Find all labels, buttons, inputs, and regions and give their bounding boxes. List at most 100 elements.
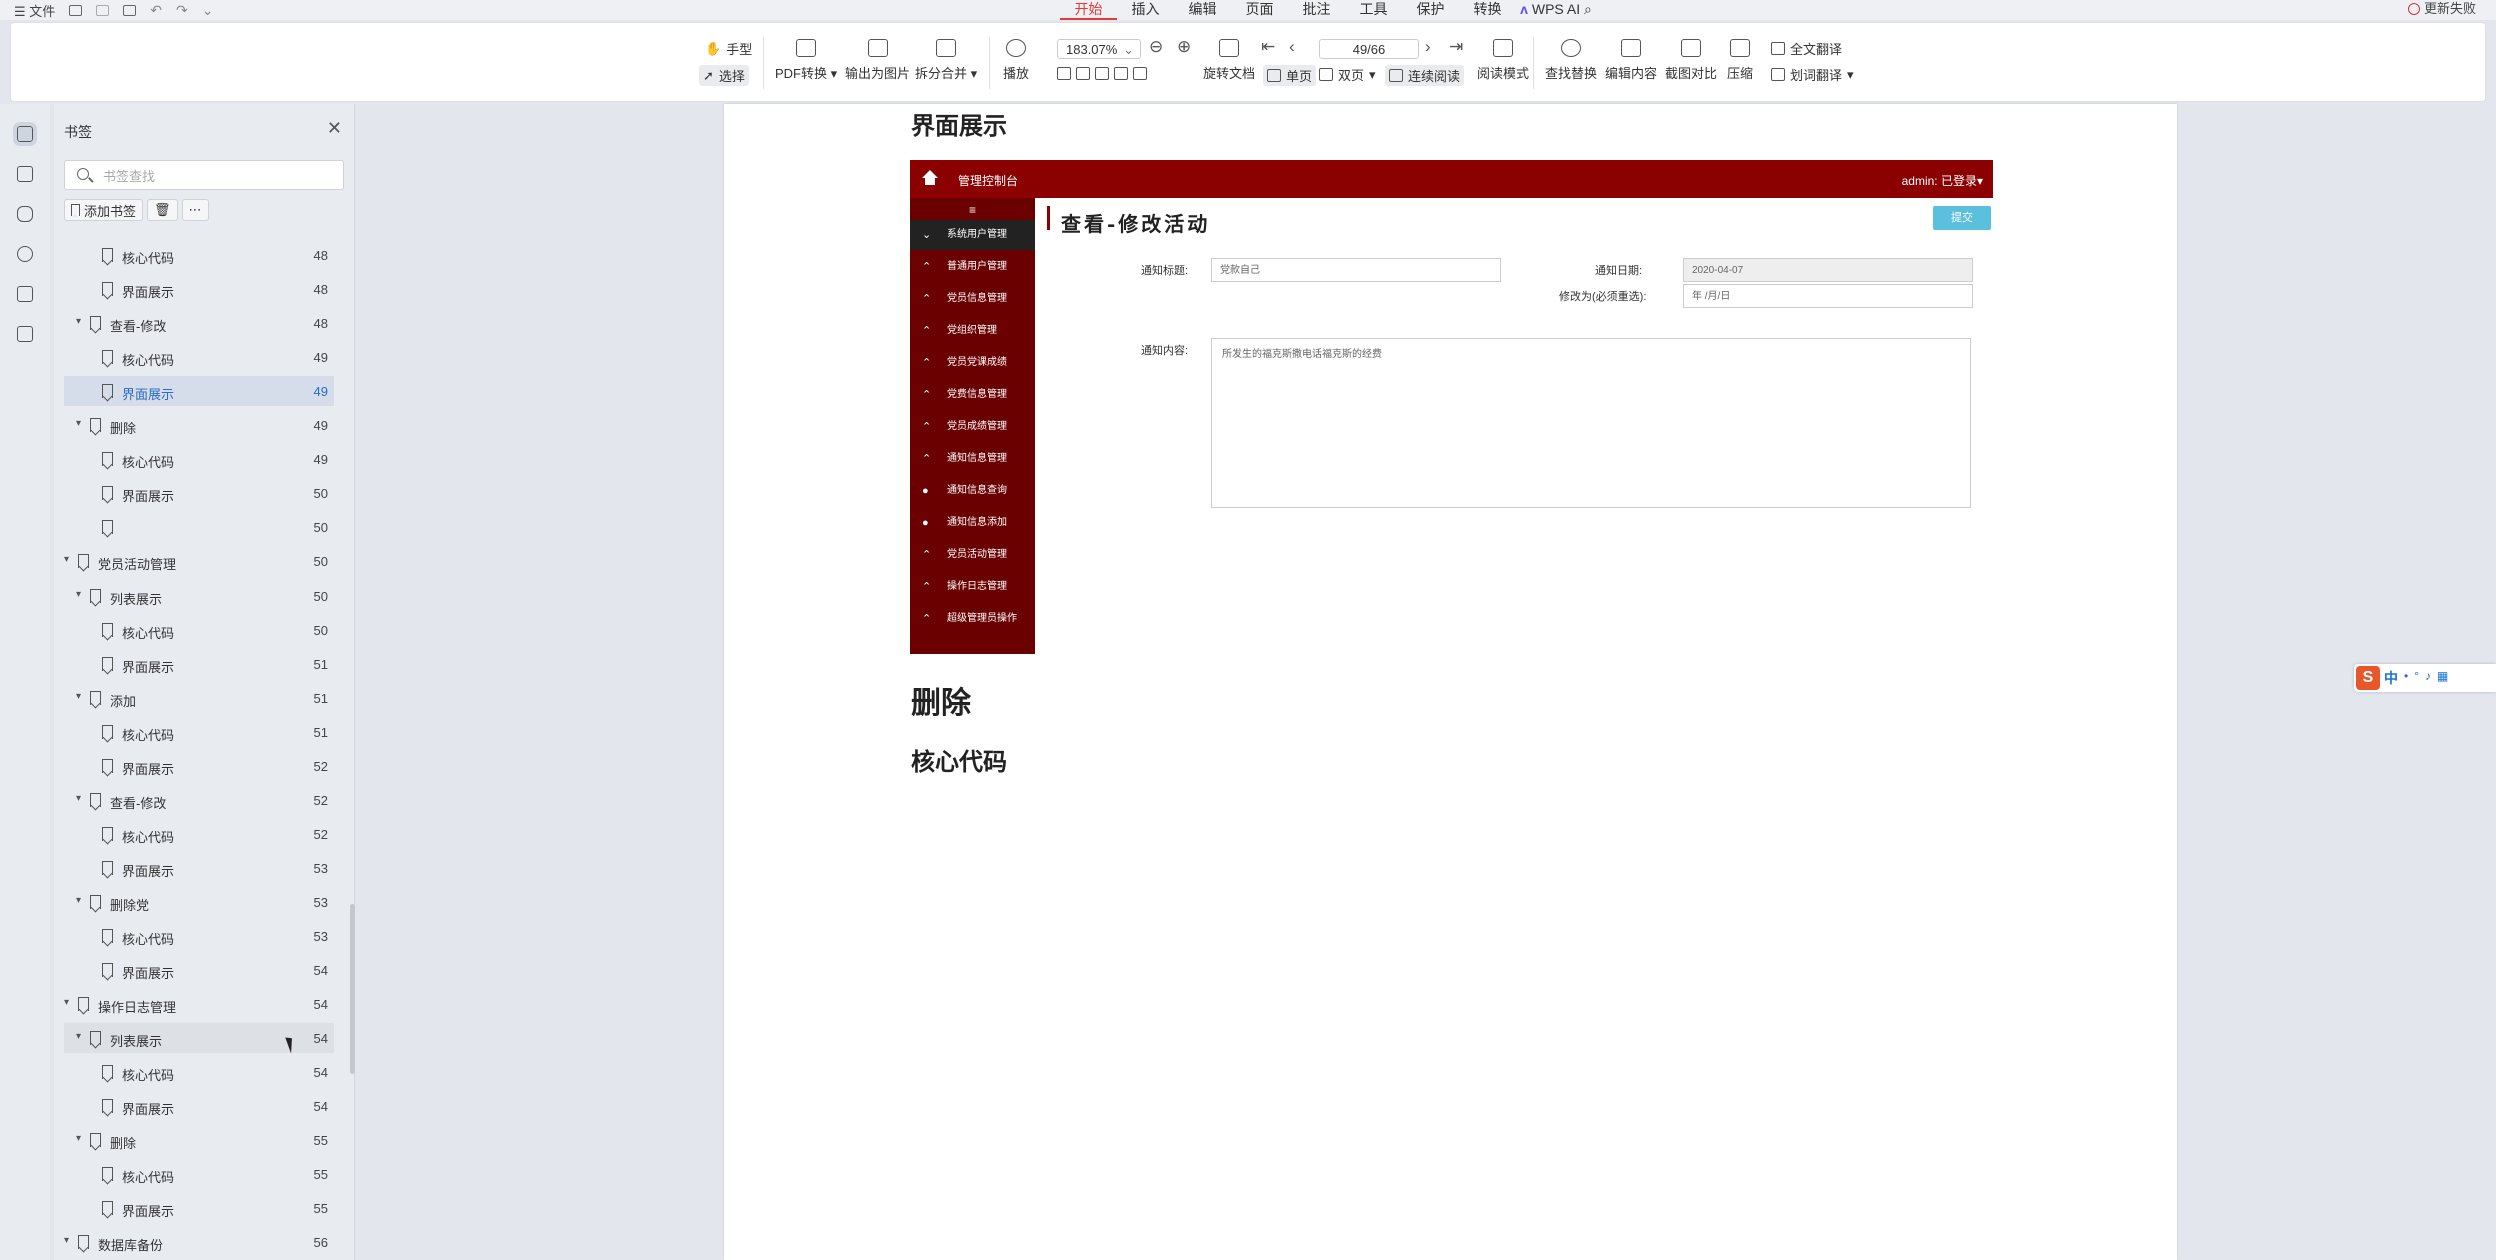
double-page-button[interactable]: 双页 ▾ [1319,65,1376,84]
full-translate-button[interactable]: 全文翻译 [1771,39,1842,58]
bookmark-item[interactable]: 界面展示 54 [64,955,334,985]
bookmark-item[interactable]: 界面展示 49 [64,376,334,407]
bookmark-item[interactable]: 界面展示 48 [64,274,334,304]
bookmark-item[interactable]: 50 [64,512,334,542]
word-translate-button[interactable]: 划词翻译 ▾ [1771,65,1854,84]
first-page-icon[interactable]: ⇤ [1261,37,1275,57]
wps-ai-button[interactable]: ᴧ WPS AI ⌕ [1516,0,1596,20]
file-menu[interactable]: ☰ 文件 [14,1,55,20]
continuous-read-button[interactable]: 连续阅读 [1385,65,1465,86]
open-folder-icon[interactable] [69,4,83,16]
expand-arrow-icon[interactable]: ▾ [76,1133,81,1144]
select-tool-button[interactable]: ➚ 选择 [699,65,749,86]
search-icon[interactable]: ⌕ [1584,1,1592,17]
bookmark-panel-icon[interactable] [13,122,37,146]
expand-arrow-icon[interactable]: ▾ [76,418,81,429]
bookmark-item[interactable]: 核心代码 49 [64,342,334,372]
signature-icon[interactable] [17,286,33,302]
tab-annotate[interactable]: 批注 [1288,0,1345,20]
bookmark-item[interactable]: 界面展示 50 [64,478,334,508]
page-number-input[interactable]: 49/66 [1319,39,1419,59]
bookmark-item[interactable]: 界面展示 55 [64,1193,334,1223]
bookmark-item[interactable]: 核心代码 49 [64,444,334,474]
expand-arrow-icon[interactable]: ▾ [76,793,81,804]
tab-edit[interactable]: 编辑 [1174,0,1231,20]
ime-tools-icon[interactable]: •°♪▦ [2404,669,2454,683]
chevron-down-icon[interactable]: ⌄ [202,2,214,19]
bookmark-item[interactable]: 界面展示 53 [64,853,334,883]
bookmark-item[interactable]: 核心代码 52 [64,819,334,849]
undo-icon[interactable]: ↶ [150,2,162,19]
fit-page-icon[interactable] [1076,67,1090,80]
more-options-button[interactable]: ⋯ [181,199,209,221]
tab-protect[interactable]: 保护 [1402,0,1459,20]
next-page-icon[interactable]: › [1425,37,1431,57]
bookmark-item[interactable]: ▾ 删除党 53 [64,887,334,917]
bookmark-search-input[interactable] [101,165,335,187]
single-page-button[interactable]: 单页 [1263,65,1317,86]
bookmark-item[interactable]: ▾ 查看-修改 52 [64,785,334,815]
compress-button[interactable]: 压缩 [1727,39,1753,82]
find-replace-button[interactable]: 查找替换 [1545,39,1597,82]
expand-arrow-icon[interactable]: ▾ [76,895,81,906]
attachment-icon[interactable] [17,246,33,262]
bookmark-item[interactable]: ▾ 操作日志管理 54 [64,989,334,1019]
redo-icon[interactable]: ↷ [176,2,188,19]
rotate-right-icon[interactable] [1133,67,1147,80]
bookmark-scrollbar[interactable] [350,904,355,1074]
tab-start[interactable]: 开始 [1060,0,1117,20]
bookmark-item[interactable]: ▾ 删除 55 [64,1125,334,1155]
tab-page[interactable]: 页面 [1231,0,1288,20]
comment-icon[interactable] [17,206,33,222]
expand-arrow-icon[interactable]: ▾ [64,997,69,1008]
bookmark-item[interactable]: 核心代码 51 [64,717,334,747]
save-icon[interactable] [96,4,110,16]
bookmark-item[interactable]: 界面展示 52 [64,751,334,781]
bookmark-item[interactable]: ▾ 添加 51 [64,683,334,713]
tab-tools[interactable]: 工具 [1345,0,1402,20]
ime-toolbar[interactable]: S 中 •°♪▦ [2354,664,2496,692]
expand-arrow-icon[interactable]: ▾ [76,691,81,702]
expand-arrow-icon[interactable]: ▾ [76,589,81,600]
split-merge-button[interactable]: 拆分合并 ▾ [915,39,977,82]
bookmark-item[interactable]: ▾ 数据库备份 56 [64,1227,334,1257]
update-status[interactable]: 更新失败 [2407,0,2476,18]
edit-content-button[interactable]: 编辑内容 [1605,39,1657,82]
read-mode-button[interactable]: 阅读模式 [1477,39,1529,82]
bookmark-item[interactable]: 核心代码 48 [64,240,334,270]
bookmark-item[interactable]: 核心代码 53 [64,921,334,951]
print-icon[interactable] [123,4,137,16]
bookmark-item[interactable]: 界面展示 54 [64,1091,334,1121]
last-page-icon[interactable]: ⇥ [1449,37,1463,57]
rotate-left-icon[interactable] [1114,67,1128,80]
play-button[interactable]: 播放 [1003,39,1029,82]
bookmark-item[interactable]: ▾ 查看-修改 48 [64,308,334,338]
bookmark-item[interactable]: 核心代码 50 [64,615,334,645]
expand-arrow-icon[interactable]: ▾ [64,554,69,565]
bookmark-item[interactable]: 界面展示 51 [64,649,334,679]
rotate-button[interactable]: 旋转文档 [1203,39,1255,82]
export-image-button[interactable]: 输出为图片 [845,39,910,82]
bookmark-search[interactable] [64,160,344,190]
zoom-in-icon[interactable]: ⊕ [1177,37,1191,57]
screenshot-compare-button[interactable]: 截图对比 [1665,39,1717,82]
zoom-select[interactable]: 183.07% ⌄ [1057,39,1141,59]
tab-insert[interactable]: 插入 [1117,0,1174,20]
bookmark-item[interactable]: ▾ 党员活动管理 50 [64,546,334,576]
bookmark-item[interactable]: ▾ 删除 49 [64,410,334,440]
delete-bookmark-button[interactable]: 🗑 [147,199,178,221]
bookmark-item[interactable]: 核心代码 55 [64,1159,334,1189]
zoom-out-icon[interactable]: ⊖ [1149,37,1163,57]
fit-width-icon[interactable] [1057,67,1071,80]
thumbnail-icon[interactable] [17,166,33,182]
pdf-convert-button[interactable]: PDF转换 ▾ [775,39,837,82]
add-bookmark-button[interactable]: 添加书签 [64,199,144,221]
close-icon[interactable]: ✕ [327,118,342,139]
expand-arrow-icon[interactable]: ▾ [64,1235,69,1246]
expand-arrow-icon[interactable]: ▾ [76,316,81,327]
layers-icon[interactable] [17,326,33,342]
tab-convert[interactable]: 转换 [1459,0,1516,20]
hand-tool-button[interactable]: ✋ 手型 [705,39,752,58]
prev-page-icon[interactable]: ‹ [1289,37,1295,57]
actual-size-icon[interactable] [1095,67,1109,80]
